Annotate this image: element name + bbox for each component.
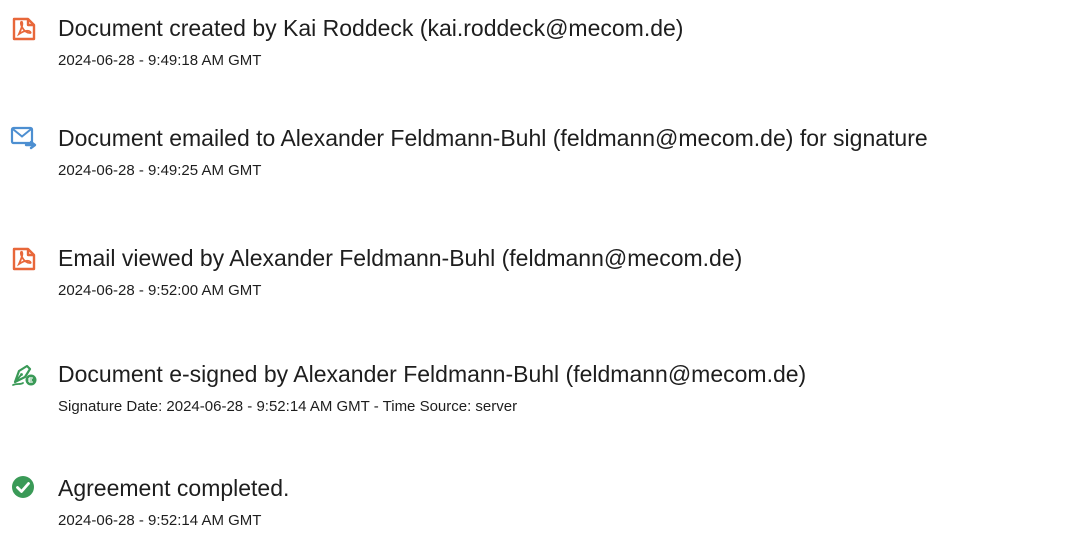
completed-checkmark-icon [10, 474, 38, 502]
event-timestamp: Signature Date: 2024-06-28 - 9:52:14 AM … [58, 398, 518, 415]
event-title: Email viewed by Alexander Feldmann-Buhl … [58, 245, 743, 271]
event-timestamp: 2024-06-28 - 9:52:00 AM GMT [58, 282, 262, 299]
document-created-icon [10, 14, 38, 42]
event-title: Document created by Kai Roddeck (kai.rod… [58, 15, 684, 41]
event-title: Document emailed to Alexander Feldmann-B… [58, 125, 928, 151]
event-timestamp: 2024-06-28 - 9:49:18 AM GMT [58, 52, 262, 69]
event-timestamp: 2024-06-28 - 9:52:14 AM GMT [58, 512, 262, 529]
document-viewed-icon [10, 244, 38, 272]
event-title: Agreement completed. [58, 475, 290, 501]
email-sent-icon [10, 124, 38, 152]
event-title: Document e-signed by Alexander Feldmann-… [58, 361, 807, 387]
e-signature-pen-icon [10, 360, 38, 388]
event-timestamp: 2024-06-28 - 9:49:25 AM GMT [58, 162, 262, 179]
